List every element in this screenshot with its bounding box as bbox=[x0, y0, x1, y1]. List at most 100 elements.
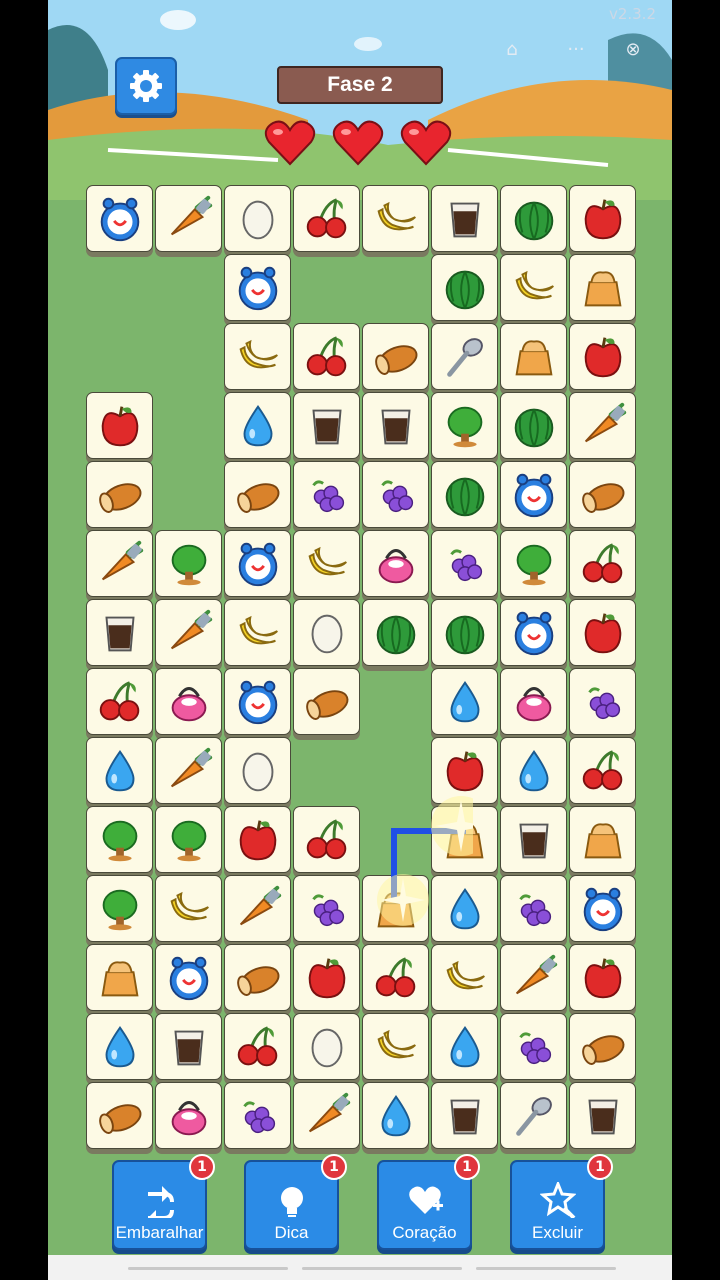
tile-clock[interactable] bbox=[86, 185, 153, 252]
tile-clock[interactable] bbox=[224, 668, 291, 735]
tile-coffee[interactable] bbox=[431, 1082, 498, 1149]
tile-banana[interactable] bbox=[431, 944, 498, 1011]
tile-bag[interactable] bbox=[86, 944, 153, 1011]
tile-grapes[interactable] bbox=[500, 875, 567, 942]
tile-melon[interactable] bbox=[431, 599, 498, 666]
tile-coffee[interactable] bbox=[362, 392, 429, 459]
tile-apple[interactable] bbox=[293, 944, 360, 1011]
tile-cherry[interactable] bbox=[569, 737, 636, 804]
tile-melon[interactable] bbox=[431, 254, 498, 321]
tile-bread[interactable] bbox=[569, 1013, 636, 1080]
tile-kettle[interactable] bbox=[155, 668, 222, 735]
tile-drop[interactable] bbox=[362, 1082, 429, 1149]
tile-drop[interactable] bbox=[431, 668, 498, 735]
tile-egg[interactable] bbox=[293, 1013, 360, 1080]
tile-grapes[interactable] bbox=[362, 461, 429, 528]
tile-grapes[interactable] bbox=[500, 1013, 567, 1080]
tile-apple[interactable] bbox=[569, 323, 636, 390]
tile-egg[interactable] bbox=[224, 737, 291, 804]
tile-bread[interactable] bbox=[293, 668, 360, 735]
tile-coffee[interactable] bbox=[500, 806, 567, 873]
tile-carrot[interactable] bbox=[155, 599, 222, 666]
tile-bread[interactable] bbox=[86, 1082, 153, 1149]
tile-cherry[interactable] bbox=[362, 944, 429, 1011]
tile-bread[interactable] bbox=[86, 461, 153, 528]
tile-melon[interactable] bbox=[500, 392, 567, 459]
tile-grapes[interactable] bbox=[569, 668, 636, 735]
tile-tree[interactable] bbox=[155, 530, 222, 597]
tile-banana[interactable] bbox=[224, 323, 291, 390]
tile-apple[interactable] bbox=[569, 599, 636, 666]
tile-carrot[interactable] bbox=[293, 1082, 360, 1149]
tile-egg[interactable] bbox=[224, 185, 291, 252]
tile-bread[interactable] bbox=[224, 461, 291, 528]
tile-clock[interactable] bbox=[500, 599, 567, 666]
tile-apple[interactable] bbox=[224, 806, 291, 873]
tile-drop[interactable] bbox=[224, 392, 291, 459]
tile-grapes[interactable] bbox=[293, 875, 360, 942]
tile-coffee[interactable] bbox=[155, 1013, 222, 1080]
tile-spoon[interactable] bbox=[431, 323, 498, 390]
shuffle-button[interactable]: Embaralhar 1 bbox=[112, 1154, 215, 1250]
tile-drop[interactable] bbox=[86, 737, 153, 804]
tile-banana[interactable] bbox=[224, 599, 291, 666]
tile-coffee[interactable] bbox=[293, 392, 360, 459]
tile-clock[interactable] bbox=[155, 944, 222, 1011]
tile-tree[interactable] bbox=[86, 875, 153, 942]
tile-bag[interactable] bbox=[569, 254, 636, 321]
tile-carrot[interactable] bbox=[500, 944, 567, 1011]
tile-tree[interactable] bbox=[500, 530, 567, 597]
remove-button[interactable]: Excluir 1 bbox=[510, 1154, 613, 1250]
tile-cherry[interactable] bbox=[569, 530, 636, 597]
tile-drop[interactable] bbox=[431, 1013, 498, 1080]
tile-clock[interactable] bbox=[224, 254, 291, 321]
tile-apple[interactable] bbox=[86, 392, 153, 459]
tile-banana[interactable] bbox=[362, 185, 429, 252]
tile-banana[interactable] bbox=[500, 254, 567, 321]
tile-drop[interactable] bbox=[500, 737, 567, 804]
tile-clock[interactable] bbox=[500, 461, 567, 528]
tile-cherry[interactable] bbox=[293, 185, 360, 252]
tile-clock[interactable] bbox=[569, 875, 636, 942]
tile-grapes[interactable] bbox=[431, 530, 498, 597]
tile-carrot[interactable] bbox=[155, 185, 222, 252]
tile-spoon[interactable] bbox=[500, 1082, 567, 1149]
tile-carrot[interactable] bbox=[224, 875, 291, 942]
tile-bag[interactable] bbox=[500, 323, 567, 390]
tile-bread[interactable] bbox=[362, 323, 429, 390]
heart-button[interactable]: Coração 1 bbox=[377, 1154, 480, 1250]
tile-cherry[interactable] bbox=[86, 668, 153, 735]
tile-melon[interactable] bbox=[362, 599, 429, 666]
tile-bread[interactable] bbox=[224, 944, 291, 1011]
tile-carrot[interactable] bbox=[569, 392, 636, 459]
tile-grapes[interactable] bbox=[293, 461, 360, 528]
tile-bag[interactable] bbox=[569, 806, 636, 873]
tile-coffee[interactable] bbox=[569, 1082, 636, 1149]
tile-banana[interactable] bbox=[155, 875, 222, 942]
tile-apple[interactable] bbox=[569, 185, 636, 252]
tile-bread[interactable] bbox=[569, 461, 636, 528]
tile-kettle[interactable] bbox=[500, 668, 567, 735]
tile-carrot[interactable] bbox=[86, 530, 153, 597]
tile-cherry[interactable] bbox=[293, 806, 360, 873]
tile-drop[interactable] bbox=[86, 1013, 153, 1080]
tile-cherry[interactable] bbox=[293, 323, 360, 390]
tile-clock[interactable] bbox=[224, 530, 291, 597]
tile-grapes[interactable] bbox=[224, 1082, 291, 1149]
hint-button[interactable]: Dica 1 bbox=[244, 1154, 347, 1250]
tile-apple[interactable] bbox=[569, 944, 636, 1011]
tile-coffee[interactable] bbox=[86, 599, 153, 666]
tile-banana[interactable] bbox=[362, 1013, 429, 1080]
tile-melon[interactable] bbox=[500, 185, 567, 252]
tile-banana[interactable] bbox=[293, 530, 360, 597]
tile-kettle[interactable] bbox=[362, 530, 429, 597]
tile-coffee[interactable] bbox=[431, 185, 498, 252]
tile-carrot[interactable] bbox=[155, 737, 222, 804]
tile-melon[interactable] bbox=[431, 461, 498, 528]
tile-cherry[interactable] bbox=[224, 1013, 291, 1080]
tile-egg[interactable] bbox=[293, 599, 360, 666]
tile-tree[interactable] bbox=[431, 392, 498, 459]
tile-kettle[interactable] bbox=[155, 1082, 222, 1149]
tile-tree[interactable] bbox=[155, 806, 222, 873]
tile-tree[interactable] bbox=[86, 806, 153, 873]
